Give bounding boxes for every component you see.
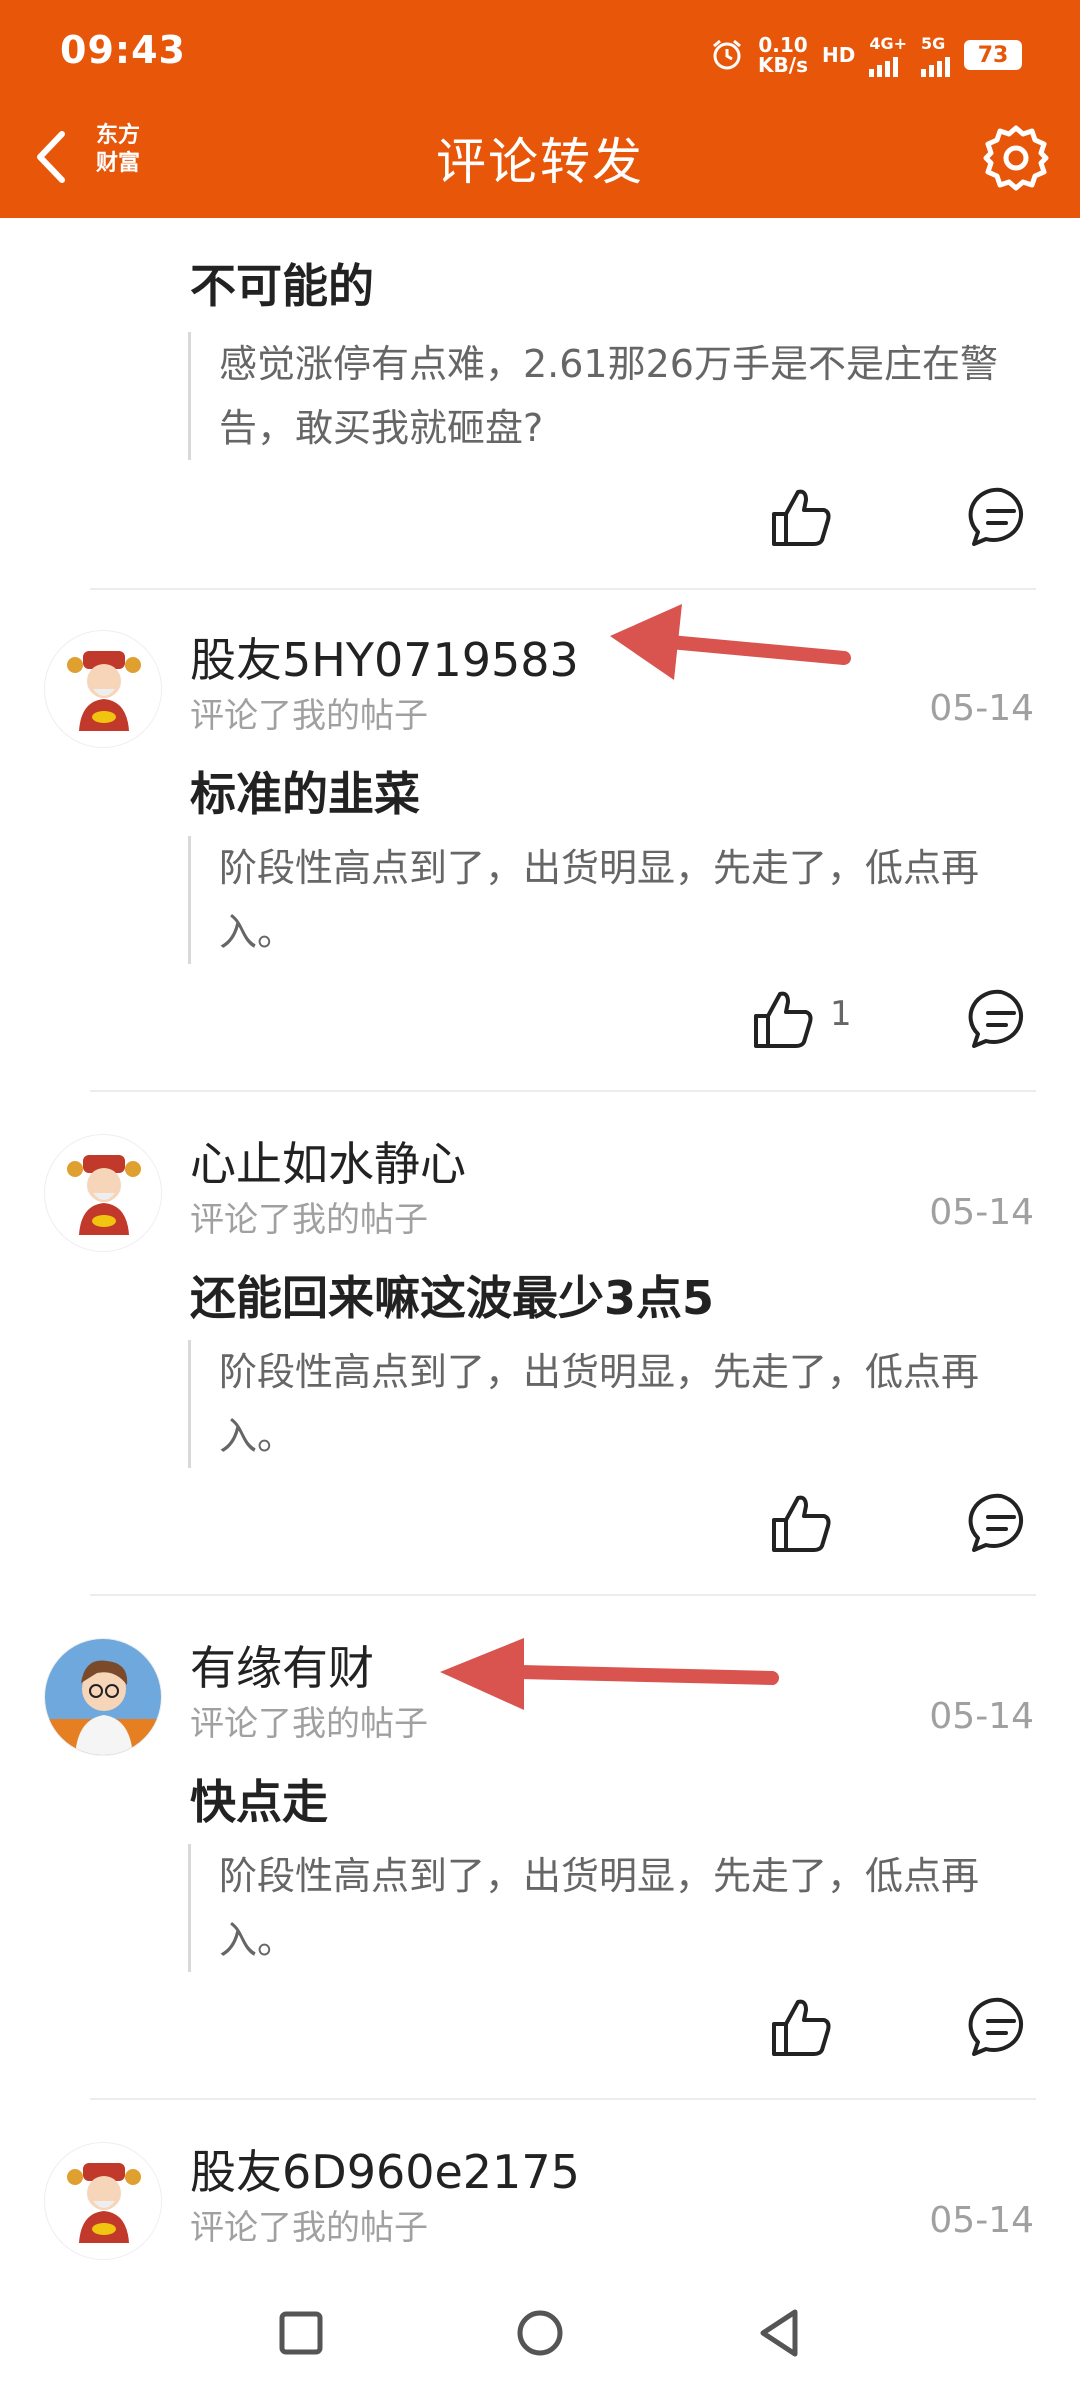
signal-bars-icon (921, 53, 950, 77)
status-icons: 0.10 KB/s HD 4G+ 5G 73 (710, 30, 1022, 80)
comment-date: 05-14 (929, 1696, 1034, 1737)
thumbs-up-icon[interactable] (766, 482, 836, 552)
avatar[interactable] (44, 1134, 162, 1252)
network-speed: 0.10 KB/s (758, 33, 808, 77)
thumbs-up-icon[interactable] (766, 1488, 836, 1558)
comment-text: 不可能的 (190, 259, 374, 313)
page-title: 评论转发 (436, 133, 644, 191)
reply-icon[interactable] (966, 482, 1036, 552)
hd-badge: HD (821, 43, 856, 67)
annotation-arrow-icon (610, 604, 851, 680)
comment-item[interactable]: 股友6D960e2175 评论了我的帖子 05-14 (0, 2102, 1080, 2268)
quoted-post: 阶段性高点到了，出货明显，先走了，低点再入。 (188, 1340, 1038, 1468)
comment-feed[interactable]: 不可能的 感觉涨停有点难，2.61那26万手是不是庄在警告，敢买我就砸盘? 股友… (0, 218, 1080, 2268)
comment-subtitle: 评论了我的帖子 (190, 1200, 428, 1240)
comment-date: 05-14 (929, 688, 1034, 729)
username[interactable]: 股友5HY0719583 (190, 624, 579, 690)
fortune-god-avatar-icon (46, 1136, 161, 1251)
divider (90, 2098, 1036, 2100)
reply-icon[interactable] (966, 984, 1036, 1054)
alarm-icon (713, 39, 741, 70)
like-count: 1 (830, 994, 852, 1034)
app-header: 东方 财富 评论转发 (0, 100, 1080, 218)
avatar[interactable] (44, 2142, 162, 2260)
comment-subtitle: 评论了我的帖子 (190, 1704, 428, 1744)
reply-icon[interactable] (966, 1992, 1036, 2062)
quoted-post: 阶段性高点到了，出货明显，先走了，低点再入。 (188, 1844, 1038, 1972)
fortune-god-avatar-icon (46, 2144, 161, 2259)
battery-indicator: 73 (964, 40, 1022, 70)
home-icon[interactable] (505, 2298, 575, 2368)
gear-icon[interactable] (978, 120, 1054, 196)
comment-date: 05-14 (929, 2200, 1034, 2241)
comment-subtitle: 评论了我的帖子 (190, 696, 428, 736)
divider (90, 1594, 1036, 1596)
signal-4g: 4G+ (869, 34, 907, 77)
comment-date: 05-14 (929, 1192, 1034, 1233)
avatar[interactable] (44, 1638, 162, 1756)
signal-5g: 5G (921, 34, 950, 77)
quoted-post: 阶段性高点到了，出货明显，先走了，低点再入。 (188, 836, 1038, 964)
recent-apps-icon[interactable] (266, 2298, 336, 2368)
thumbs-up-icon[interactable] (748, 984, 818, 1054)
annotation-arrow-icon (440, 1638, 779, 1710)
divider (90, 1090, 1036, 1092)
username[interactable]: 股友6D960e2175 (190, 2136, 580, 2202)
status-time: 09:43 (60, 28, 186, 72)
comment-item[interactable]: 股友5HY0719583 评论了我的帖子 05-14 标准的韭菜 阶段性高点到了… (0, 590, 1080, 1092)
reply-icon[interactable] (966, 1488, 1036, 1558)
comment-text: 还能回来嘛这波最少3点5 (190, 1271, 715, 1325)
quoted-post: 感觉涨停有点难，2.61那26万手是不是庄在警告，敢买我就砸盘? (188, 332, 1038, 460)
status-bar: 09:43 0.10 KB/s HD 4G+ 5G 73 (0, 0, 1080, 100)
username[interactable]: 有缘有财 (190, 1632, 374, 1698)
back-triangle-icon[interactable] (745, 2298, 815, 2368)
cartoon-boy-avatar-icon (45, 1639, 161, 1755)
signal-bars-icon (869, 53, 899, 77)
comment-text: 标准的韭菜 (190, 767, 420, 821)
username[interactable]: 心止如水静心 (190, 1128, 466, 1194)
thumbs-up-icon[interactable] (766, 1992, 836, 2062)
system-nav-bar (0, 2268, 1080, 2400)
comment-subtitle: 评论了我的帖子 (190, 2208, 428, 2248)
top-bar: 09:43 0.10 KB/s HD 4G+ 5G 73 东方 财富 评论转发 (0, 0, 1080, 218)
comment-text: 快点走 (190, 1775, 328, 1829)
avatar[interactable] (44, 630, 162, 748)
fortune-god-avatar-icon (46, 632, 161, 747)
comment-item[interactable]: 心止如水静心 评论了我的帖子 05-14 还能回来嘛这波最少3点5 阶段性高点到… (0, 1094, 1080, 1596)
